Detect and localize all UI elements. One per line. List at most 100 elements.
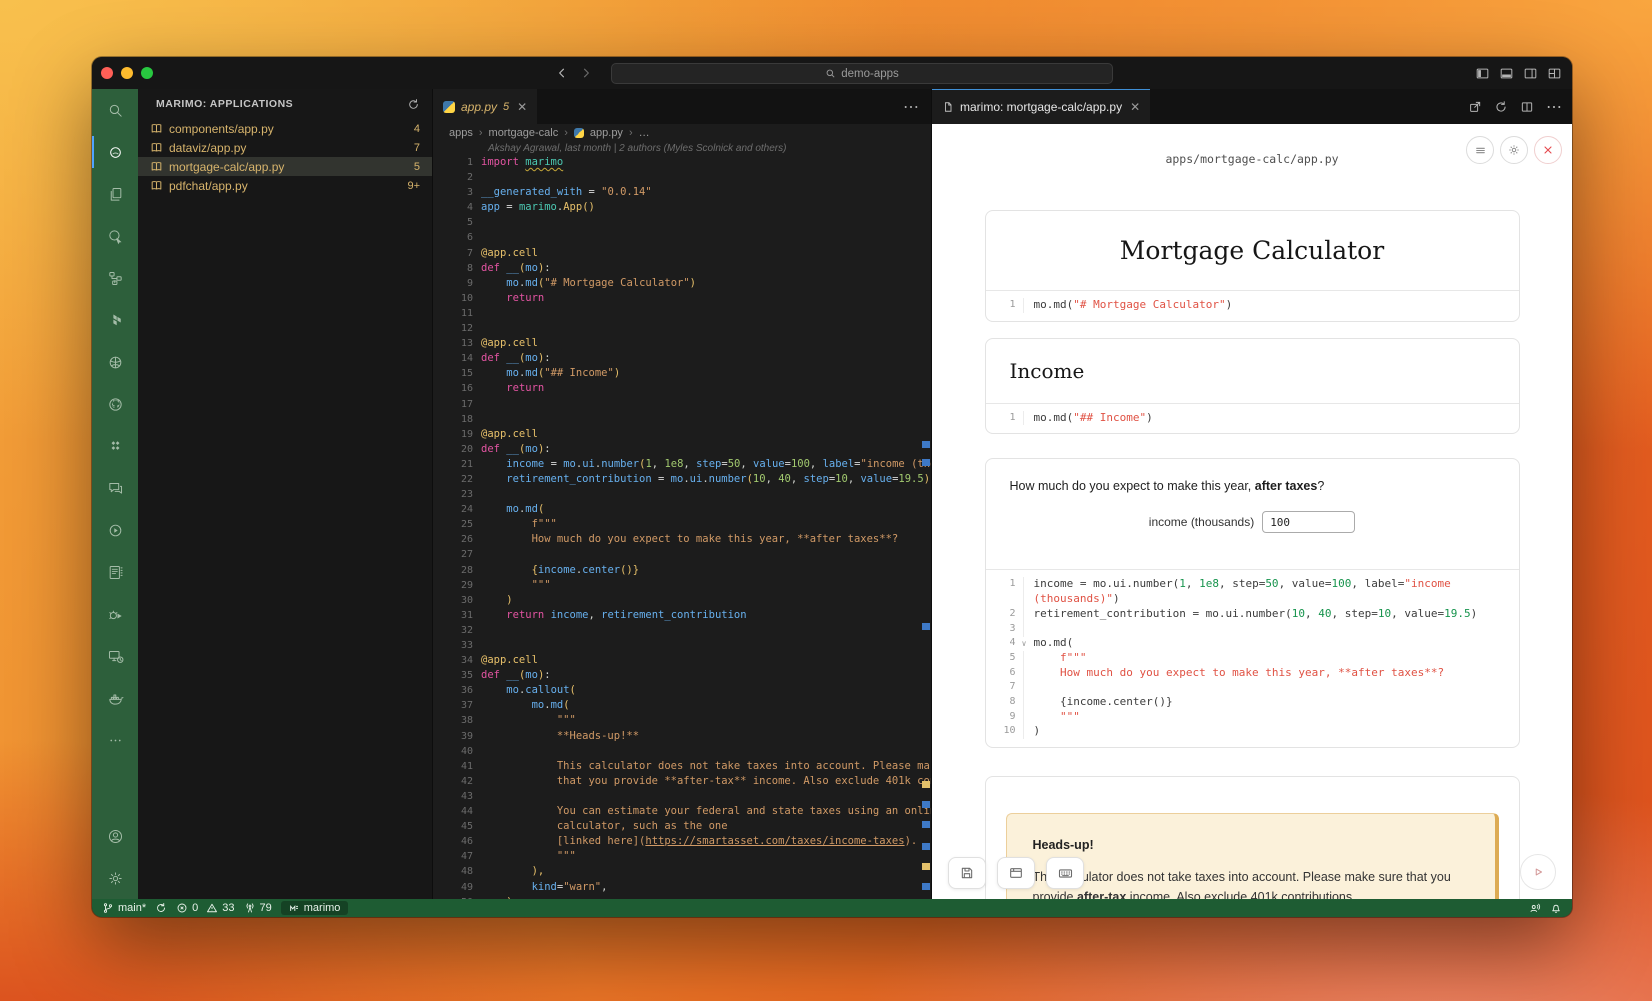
activity-item-github[interactable] — [92, 383, 138, 425]
diamonds-icon — [107, 438, 124, 455]
activity-item-live-share[interactable] — [92, 509, 138, 551]
keyboard-shortcuts-button[interactable] — [1046, 857, 1084, 889]
breadcrumb-item[interactable]: apps — [449, 127, 473, 139]
run-app-button[interactable] — [1520, 854, 1556, 890]
split-editor-icon[interactable] — [1520, 100, 1534, 114]
activity-item-remote-monitor[interactable] — [92, 635, 138, 677]
activity-item-notebook[interactable] — [92, 551, 138, 593]
income-number-input[interactable]: 100 — [1262, 511, 1355, 533]
problems-status[interactable]: 0 33 — [176, 902, 234, 914]
forward-arrow-icon[interactable] — [579, 66, 593, 80]
code-editor[interactable]: Akshay Agrawal, last month | 2 authors (… — [433, 141, 931, 899]
activity-item-debug-run[interactable] — [92, 215, 138, 257]
app-close-button[interactable] — [1534, 136, 1562, 164]
cell-code-block[interactable]: 1mo.md("## Income") — [986, 403, 1519, 434]
tab-marimo-webview[interactable]: marimo: mortgage-calc/app.py ✕ — [932, 89, 1150, 124]
line-number: 41 — [433, 759, 473, 774]
toggle-sidebar-icon[interactable] — [1475, 66, 1490, 81]
marimo-status-badge[interactable]: marimo — [281, 901, 349, 915]
line-number: 4 — [433, 200, 473, 215]
sidebar-item-dataviz-app-py[interactable]: dataviz/app.py7 — [138, 138, 432, 157]
python-file-icon — [443, 101, 455, 113]
close-panel-tab-icon[interactable]: ✕ — [1130, 100, 1140, 114]
line-number: 6 — [433, 230, 473, 245]
cell-card-3: How much do you expect to make this year… — [985, 458, 1520, 748]
editor-group: app.py 5 ✕ ⋯ apps›mortgage-calc›app.py›…… — [433, 89, 931, 899]
customize-layout-icon[interactable] — [1547, 66, 1562, 81]
activity-item-diamonds[interactable] — [92, 425, 138, 467]
cell-heading: Income — [986, 339, 1519, 403]
activity-item-account[interactable] — [92, 815, 138, 857]
errors-icon — [176, 902, 188, 914]
ports-status[interactable]: 79 — [244, 902, 272, 914]
sidebar-item-badge: 7 — [414, 142, 420, 154]
toggle-panel-icon[interactable] — [1499, 66, 1514, 81]
notebook-file-icon — [150, 160, 163, 173]
sync-changes-icon[interactable] — [155, 902, 167, 914]
code-line: 33 — [433, 638, 931, 653]
sidebar-item-label: mortgage-calc/app.py — [169, 160, 414, 174]
more-actions-icon[interactable]: ⋯ — [903, 97, 919, 117]
line-number: 3 — [986, 622, 1024, 637]
window-controls — [92, 67, 153, 79]
tab-app-py[interactable]: app.py 5 ✕ — [433, 89, 537, 124]
feedback-icon[interactable] — [1529, 902, 1541, 914]
activity-item-settings[interactable] — [92, 857, 138, 899]
code-line: 42 that you provide **after-tax** income… — [433, 774, 931, 789]
sidebar-item-pdfchat-app-py[interactable]: pdfchat/app.py9+ — [138, 176, 432, 195]
breadcrumb-item[interactable]: … — [639, 127, 650, 139]
activity-item-terraform[interactable] — [92, 299, 138, 341]
git-branch-status[interactable]: main* — [102, 902, 146, 914]
notifications-bell-icon[interactable] — [1550, 902, 1562, 914]
code-line: 11 — [433, 306, 931, 321]
code-line: 12 — [433, 321, 931, 336]
zoom-window-button[interactable] — [141, 67, 153, 79]
sidebar-item-components-app-py[interactable]: components/app.py4 — [138, 119, 432, 138]
overview-ruler[interactable] — [921, 141, 931, 899]
minimize-window-button[interactable] — [121, 67, 133, 79]
activity-item-globe[interactable] — [92, 341, 138, 383]
cell-code-block[interactable]: 1mo.md("# Mortgage Calculator") — [986, 290, 1519, 321]
line-number: 7 — [433, 246, 473, 261]
activity-item-search[interactable] — [92, 89, 138, 131]
line-number: 21 — [433, 457, 473, 472]
open-external-icon[interactable] — [1468, 100, 1482, 114]
code-line: 13@app.cell — [433, 336, 931, 351]
close-tab-icon[interactable]: ✕ — [517, 100, 527, 114]
webview-code-line: 7 — [986, 680, 1509, 695]
line-number — [986, 592, 1024, 607]
cell-code-block[interactable]: 1income = mo.ui.number(1, 1e8, step=50, … — [986, 569, 1519, 747]
command-center-search[interactable]: demo-apps — [611, 63, 1113, 84]
activity-item-marimo[interactable] — [92, 131, 138, 173]
activity-item-test-runner[interactable] — [92, 593, 138, 635]
fold-chevron-icon[interactable]: ∨ — [1021, 637, 1028, 652]
toggle-secondary-sidebar-icon[interactable] — [1523, 66, 1538, 81]
more-actions-icon[interactable]: ⋯ — [1546, 97, 1562, 117]
sidebar-item-label: pdfchat/app.py — [169, 179, 407, 193]
line-number: 43 — [433, 789, 473, 804]
refresh-icon[interactable] — [407, 98, 420, 111]
breadcrumb-item[interactable]: mortgage-calc — [489, 127, 559, 139]
activity-item-hierarchy[interactable] — [92, 257, 138, 299]
activity-item-comments[interactable] — [92, 467, 138, 509]
line-number: 2 — [433, 170, 473, 185]
app-settings-button[interactable] — [1500, 136, 1528, 164]
cell-card-2: Income1mo.md("## Income") — [985, 338, 1520, 435]
app-menu-button[interactable] — [1466, 136, 1494, 164]
line-number: 8 — [433, 261, 473, 276]
cell-prompt-text: How much do you expect to make this year… — [1010, 479, 1495, 493]
breadcrumb[interactable]: apps›mortgage-calc›app.py›… — [433, 124, 931, 141]
save-button[interactable] — [948, 857, 986, 889]
reload-webview-icon[interactable] — [1494, 100, 1508, 114]
open-app-window-button[interactable] — [997, 857, 1035, 889]
search-text: demo-apps — [841, 68, 899, 80]
close-window-button[interactable] — [101, 67, 113, 79]
sidebar-item-mortgage-calc-app-py[interactable]: mortgage-calc/app.py5 — [138, 157, 432, 176]
activity-item-more[interactable] — [92, 719, 138, 761]
activity-item-copy[interactable] — [92, 173, 138, 215]
activity-item-docker[interactable] — [92, 677, 138, 719]
search-icon — [107, 102, 124, 119]
breadcrumb-item[interactable]: app.py — [590, 127, 623, 139]
sidebar: MARIMO: APPLICATIONS components/app.py4d… — [138, 89, 433, 899]
back-arrow-icon[interactable] — [555, 66, 569, 80]
